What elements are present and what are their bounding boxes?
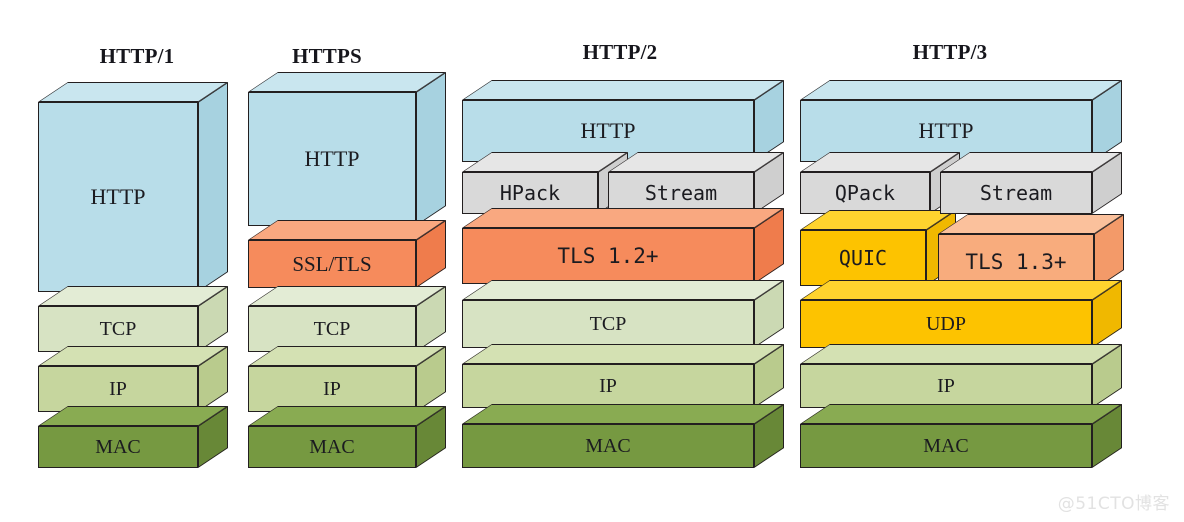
layer-label-http2-hpack: HPack xyxy=(499,181,561,205)
layer-label-https-http: HTTP xyxy=(304,146,360,171)
layer-label-http2-tcp: TCP xyxy=(589,313,627,335)
layer-label-https-tcp: TCP xyxy=(313,318,351,340)
layer-label-http1-tcp: TCP xyxy=(99,318,137,340)
layer-block-http3-udp: UDP xyxy=(800,280,1122,348)
block-front-face: QPack xyxy=(800,172,930,214)
layer-label-http2-mac: MAC xyxy=(585,435,631,457)
layer-block-http3-stream: Stream xyxy=(940,152,1122,214)
block-front-face: HTTP xyxy=(248,92,416,226)
block-front-face: MAC xyxy=(248,426,416,468)
watermark: @51CTO博客 xyxy=(1057,494,1170,514)
column-title-https: HTTPS xyxy=(292,44,362,68)
block-top-face xyxy=(38,82,228,102)
layer-label-http3-udp: UDP xyxy=(925,313,966,335)
block-top-face xyxy=(800,344,1122,364)
layer-label-http1-ip: IP xyxy=(109,378,127,400)
layer-label-http1-mac: MAC xyxy=(95,436,141,458)
block-top-face xyxy=(38,346,228,366)
block-top-face xyxy=(462,404,784,424)
column-title-http2: HTTP/2 xyxy=(582,40,658,64)
block-front-face: UDP xyxy=(800,300,1092,348)
block-side-face xyxy=(198,82,228,292)
layer-label-http2-tls: TLS 1.2+ xyxy=(557,243,659,268)
block-top-face xyxy=(248,346,446,366)
protocol-stack-diagram: HTTP/1 HTTPS HTTP/2 HTTP/3 HTTP TCP IP MAC HTTP… xyxy=(0,0,1184,522)
layer-label-http3-tls: TLS 1.3+ xyxy=(965,249,1067,274)
layer-block-http2-tcp: TCP xyxy=(462,280,784,348)
block-top-face xyxy=(462,208,784,228)
layer-label-http3-http: HTTP xyxy=(918,118,974,143)
block-top-face xyxy=(248,220,446,240)
block-top-face xyxy=(462,80,784,100)
column-title-http1: HTTP/1 xyxy=(99,44,175,68)
layer-label-http3-stream: Stream xyxy=(979,181,1053,205)
layer-block-https-http: HTTP xyxy=(248,72,446,226)
layer-label-http2-ip: IP xyxy=(599,375,617,397)
layer-label-https-ip: IP xyxy=(323,378,341,400)
block-top-face xyxy=(38,406,228,426)
layer-label-http2-stream: Stream xyxy=(644,181,718,205)
block-front-face: HTTP xyxy=(38,102,198,292)
block-top-face xyxy=(800,280,1122,300)
block-top-face xyxy=(608,152,784,172)
block-side-face xyxy=(416,72,446,226)
layer-block-http3-ip: IP xyxy=(800,344,1122,408)
layer-label-https-mac: MAC xyxy=(309,436,355,458)
block-top-face xyxy=(938,214,1124,234)
layer-block-http2-ip: IP xyxy=(462,344,784,408)
block-front-face: SSL/TLS xyxy=(248,240,416,288)
column-title-http3: HTTP/3 xyxy=(912,40,988,64)
block-top-face xyxy=(38,286,228,306)
block-top-face xyxy=(462,344,784,364)
block-top-face xyxy=(800,404,1122,424)
block-top-face xyxy=(800,80,1122,100)
layer-block-http3-mac: MAC xyxy=(800,404,1122,468)
layer-label-http3-qpack: QPack xyxy=(834,181,896,205)
layer-block-http1-http: HTTP xyxy=(38,82,228,292)
block-front-face: IP xyxy=(800,364,1092,408)
layer-label-http3-ip: IP xyxy=(937,375,955,397)
block-top-face xyxy=(462,280,784,300)
block-front-face: TCP xyxy=(462,300,754,348)
layer-label-http3-mac: MAC xyxy=(923,435,969,457)
block-top-face xyxy=(248,72,446,92)
block-front-face: IP xyxy=(462,364,754,408)
block-front-face: QUIC xyxy=(800,230,926,286)
block-front-face: MAC xyxy=(38,426,198,468)
block-front-face: MAC xyxy=(800,424,1092,468)
layer-label-http1-http: HTTP xyxy=(90,184,146,209)
block-top-face xyxy=(248,406,446,426)
layer-block-http3-quic: QUIC xyxy=(800,210,956,286)
layer-label-http2-http: HTTP xyxy=(580,118,636,143)
layer-block-http2-mac: MAC xyxy=(462,404,784,468)
layer-block-http2-tls: TLS 1.2+ xyxy=(462,208,784,284)
layer-label-https-ssltls: SSL/TLS xyxy=(292,251,372,276)
layer-block-https-mac: MAC xyxy=(248,406,446,468)
block-front-face: Stream xyxy=(940,172,1092,214)
layer-block-http1-mac: MAC xyxy=(38,406,228,468)
block-top-face xyxy=(940,152,1122,172)
layer-block-https-ssltls: SSL/TLS xyxy=(248,220,446,288)
block-front-face: TLS 1.2+ xyxy=(462,228,754,284)
layer-label-http3-quic: QUIC xyxy=(838,246,888,270)
block-front-face: MAC xyxy=(462,424,754,468)
layer-block-http3-qpack: QPack xyxy=(800,152,960,214)
block-top-face xyxy=(248,286,446,306)
